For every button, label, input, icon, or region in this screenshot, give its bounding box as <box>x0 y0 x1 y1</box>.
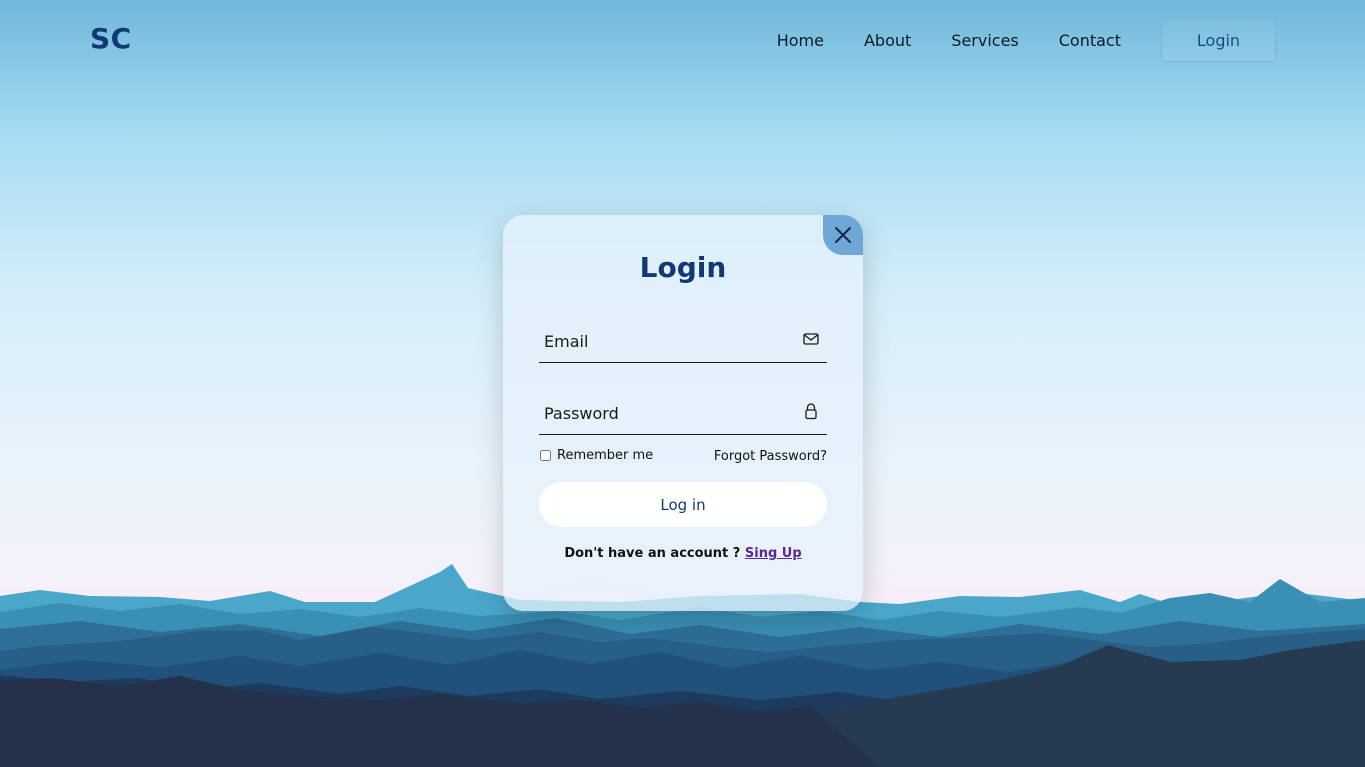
close-button[interactable] <box>823 215 863 255</box>
logo[interactable]: SC <box>90 22 132 55</box>
nav-login-button[interactable]: Login <box>1161 19 1276 62</box>
email-field <box>539 322 827 363</box>
password-input[interactable] <box>539 394 794 432</box>
lock-icon <box>805 403 817 420</box>
main-nav: Home About Services Contact Login <box>777 18 1276 63</box>
nav-about-link[interactable]: About <box>864 31 911 50</box>
forgot-password-link[interactable]: Forgot Password? <box>714 449 827 464</box>
close-icon <box>835 227 851 243</box>
login-title: Login <box>639 251 727 284</box>
signup-link[interactable]: Sing Up <box>745 546 802 561</box>
login-options: Remember me Forgot Password? <box>539 448 827 468</box>
signup-prompt-text: Don't have an account ? <box>564 546 741 561</box>
remember-label: Remember me <box>557 448 654 463</box>
password-field <box>539 394 827 435</box>
envelope-icon <box>803 333 819 345</box>
login-modal: Login Remember me Forgot Password? Log i… <box>503 215 863 611</box>
remember-me[interactable]: Remember me <box>539 448 653 463</box>
nav-contact-link[interactable]: Contact <box>1059 31 1121 50</box>
email-input[interactable] <box>539 322 794 360</box>
log-in-button[interactable]: Log in <box>539 482 827 527</box>
signup-prompt: Don't have an account ? Sing Up <box>503 546 863 561</box>
nav-home-link[interactable]: Home <box>777 31 824 50</box>
nav-services-link[interactable]: Services <box>951 31 1018 50</box>
remember-checkbox[interactable] <box>540 450 551 461</box>
